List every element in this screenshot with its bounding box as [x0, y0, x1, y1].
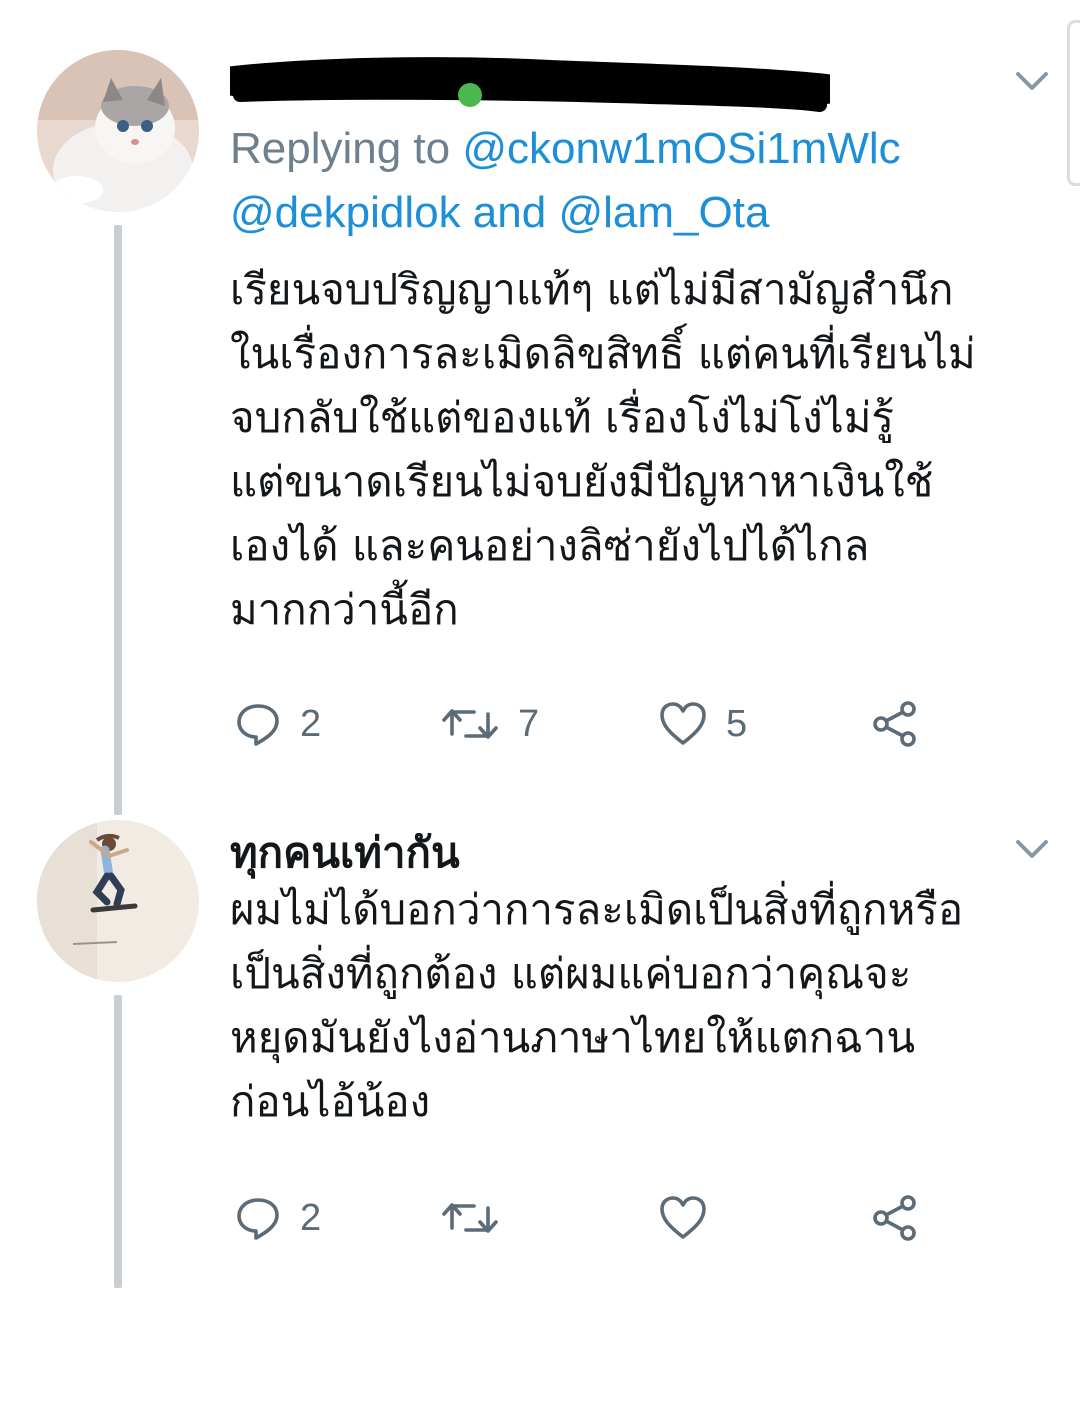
tweet-text-line: มากกว่านี้อีก [230, 585, 459, 634]
thread-line [114, 225, 122, 815]
heart-outline-icon [660, 1196, 706, 1239]
cat-avatar-image [37, 50, 199, 212]
retweet-arrows-icon [442, 709, 498, 739]
like-count: 5 [726, 702, 748, 745]
share-button[interactable] [870, 694, 920, 754]
avatar[interactable] [37, 820, 199, 982]
like-button[interactable] [658, 1188, 708, 1248]
mention-link[interactable]: @lam_Ota [558, 188, 769, 237]
share-nodes-icon [873, 701, 916, 747]
chevron-down-icon [1016, 72, 1048, 90]
tweet-text: เรียนจบปริญญาแท้ๆ แต่ไม่มีสามัญสำนึก ในเ… [230, 258, 1060, 642]
like-button[interactable]: 5 [658, 694, 747, 754]
share-nodes-icon [873, 1195, 916, 1241]
replying-to-label: Replying to [230, 124, 463, 173]
reply-count: 2 [300, 1196, 322, 1239]
replying-to-line-1: Replying to @ckonw1mOSi1mWlc [230, 118, 901, 180]
scrollbar-edge[interactable] [1067, 20, 1080, 186]
retweet-count: 7 [518, 702, 540, 745]
display-name[interactable]: ทุกคนเท่ากัน [230, 820, 460, 886]
mention-link[interactable]: @ckonw1mOSi1mWlc [462, 124, 900, 173]
retweet-button[interactable]: 7 [440, 694, 539, 754]
reply-button[interactable]: 2 [234, 694, 321, 754]
tweet-text-line: ก่อนไอ้น้อง [230, 1077, 431, 1126]
tweet-1[interactable]: Replying to @ckonw1mOSi1mWlc @dekpidlok … [0, 0, 1080, 815]
share-button[interactable] [870, 1188, 920, 1248]
tweet-text-line: เป็นสิ่งที่ถูกต้อง แต่ผมแค่บอกว่าคุณจะ [230, 949, 912, 998]
retweet-button[interactable] [440, 1188, 500, 1248]
tweet-text-line: ผมไม่ได้บอกว่าการละเมิดเป็นสิ่งที่ถูกหรื… [230, 885, 964, 934]
replying-to-line-2: @dekpidlok and @lam_Ota [230, 182, 769, 244]
tweet-text-line: เองได้ และคนอย่างลิซ่ายังไปได้ไกล [230, 521, 870, 570]
tweet-text-line: จบกลับใช้แต่ของแท้ เรื่องโง่ไม่โง่ไม่รู้ [230, 393, 894, 442]
retweet-arrows-icon [442, 1203, 498, 1233]
chevron-down-icon [1016, 840, 1048, 858]
tweet-menu-button[interactable] [1012, 834, 1052, 864]
tweet-2[interactable]: ทุกคนเท่ากัน ผมไม่ได้บอกว่าการละเมิดเป็น… [0, 800, 1080, 1300]
mention-link[interactable]: @dekpidlok [230, 188, 461, 237]
avatar[interactable] [37, 50, 199, 212]
tweet-menu-button[interactable] [1012, 66, 1052, 96]
mention-conjunction[interactable]: and [461, 188, 559, 237]
skateboarder-avatar-image [37, 820, 199, 982]
thread-line [114, 995, 122, 1288]
tweet-text-line: เรียนจบปริญญาแท้ๆ แต่ไม่มีสามัญสำนึก [230, 265, 954, 314]
tweet-actions: 2 [230, 1188, 950, 1248]
reply-button[interactable]: 2 [234, 1188, 321, 1248]
redacted-username-scribble [219, 55, 841, 115]
speech-bubble-icon [237, 1198, 279, 1240]
heart-outline-icon [660, 702, 706, 745]
tweet-text-line: ในเรื่องการละเมิดลิขสิทธิ์ แต่คนที่เรียน… [230, 329, 976, 378]
tweet-actions: 2 7 5 [230, 694, 950, 754]
tweet-text-line: หยุดมันยังไงอ่านภาษาไทยให้แตกฉาน [230, 1013, 916, 1062]
tweet-text: ผมไม่ได้บอกว่าการละเมิดเป็นสิ่งที่ถูกหรื… [230, 878, 1060, 1134]
speech-bubble-icon [237, 704, 279, 746]
tweet-text-line: แต่ขนาดเรียนไม่จบยังมีปัญหาหาเงินใช้ [230, 457, 934, 506]
reply-count: 2 [300, 702, 322, 745]
